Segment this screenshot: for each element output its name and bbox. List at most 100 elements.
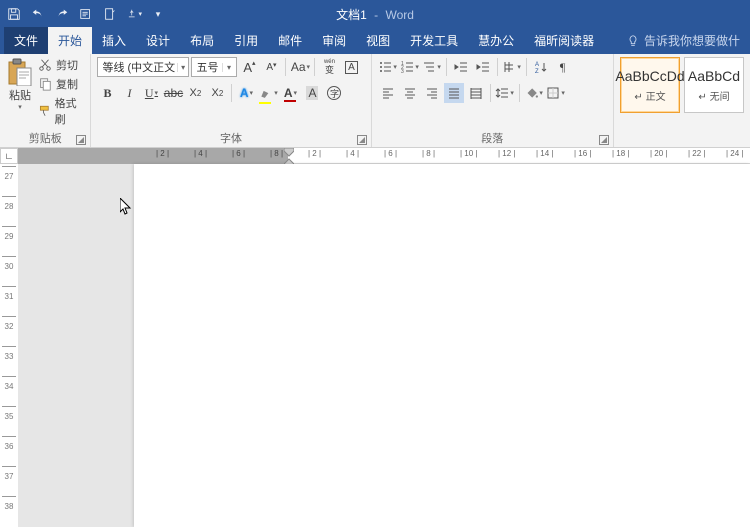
group-paragraph: ▾ 123▾ ▾ ▾ AZ ¶ xyxy=(372,54,614,147)
tab-insert[interactable]: 插入 xyxy=(92,27,136,54)
clipboard-dialog-launcher[interactable] xyxy=(76,135,86,145)
qat-icon-4[interactable] xyxy=(78,6,94,22)
line-spacing-button[interactable]: ▾ xyxy=(495,83,515,103)
grow-font-button[interactable]: A▴ xyxy=(239,57,259,77)
app-name: Word xyxy=(385,8,413,22)
ruler-tick: 27 xyxy=(0,172,18,181)
ruler-tick: | 8 | xyxy=(270,149,283,158)
ruler-tick: | 10 | xyxy=(460,149,478,158)
quick-access-toolbar: ▾ ▾ xyxy=(6,6,166,22)
window-title: 文档1 - Word xyxy=(336,6,414,23)
bold-button[interactable]: B xyxy=(97,83,117,103)
multilevel-list-button[interactable]: ▾ xyxy=(422,57,442,77)
ruler-tick: | 6 | xyxy=(384,149,397,158)
subscript-button[interactable]: X2 xyxy=(185,83,205,103)
change-case-button[interactable]: Aa▾ xyxy=(290,57,310,77)
copy-button[interactable]: 复制 xyxy=(38,76,84,92)
horizontal-ruler[interactable]: | 8 || 6 || 4 || 2 || 2 || 4 || 6 || 8 |… xyxy=(18,148,750,164)
character-border-button[interactable]: A xyxy=(341,57,361,77)
align-center-button[interactable] xyxy=(400,83,420,103)
underline-button[interactable]: U▾ xyxy=(141,83,161,103)
ruler-tick: | 16 | xyxy=(574,149,592,158)
svg-text:A: A xyxy=(535,62,539,68)
group-clipboard: 粘贴 ▾ 剪切 复制 格式刷 剪贴板 xyxy=(0,54,91,147)
sort-button[interactable]: AZ xyxy=(531,57,551,77)
highlight-button[interactable]: ▾ xyxy=(258,83,278,103)
align-right-button[interactable] xyxy=(422,83,442,103)
redo-icon[interactable] xyxy=(54,6,70,22)
italic-button[interactable]: I xyxy=(119,83,139,103)
indent-icon xyxy=(476,60,490,74)
ruler-tick: 38 xyxy=(0,502,18,511)
tab-review[interactable]: 审阅 xyxy=(312,27,356,54)
tell-me-search[interactable]: 告诉我你想要做什 xyxy=(620,32,746,54)
tab-references[interactable]: 引用 xyxy=(224,27,268,54)
increase-indent-button[interactable] xyxy=(473,57,493,77)
tab-file[interactable]: 文件 xyxy=(4,27,48,54)
tab-foxit[interactable]: 福昕阅读器 xyxy=(524,27,604,54)
bullets-button[interactable]: ▾ xyxy=(378,57,398,77)
touch-mode-icon[interactable]: ▾ xyxy=(126,6,142,22)
phonetic-guide-button[interactable]: 变wén xyxy=(319,57,339,77)
show-marks-button[interactable]: ¶ xyxy=(553,57,573,77)
borders-button[interactable]: ▾ xyxy=(546,83,566,103)
undo-icon[interactable] xyxy=(30,6,46,22)
paste-button[interactable]: 粘贴 ▾ xyxy=(6,57,34,111)
tab-mail[interactable]: 邮件 xyxy=(268,27,312,54)
paste-label: 粘贴 xyxy=(9,87,31,103)
ruler-tick: | 2 | xyxy=(308,149,321,158)
cut-button[interactable]: 剪切 xyxy=(38,57,84,73)
align-left-button[interactable] xyxy=(378,83,398,103)
format-painter-button[interactable]: 格式刷 xyxy=(38,95,84,127)
style-sample: AaBbCd xyxy=(688,68,740,84)
ruler-tick: 29 xyxy=(0,232,18,241)
strikethrough-button[interactable]: abc xyxy=(163,83,183,103)
ruler-tick: 37 xyxy=(0,472,18,481)
vertical-ruler[interactable]: ∟ 272829303132333435363738 xyxy=(0,148,18,527)
svg-text:3: 3 xyxy=(401,69,404,74)
document-page[interactable] xyxy=(134,164,750,527)
tab-huiban[interactable]: 慧办公 xyxy=(468,27,524,54)
shading-button[interactable]: ▾ xyxy=(524,83,544,103)
font-color-button[interactable]: A▾ xyxy=(280,83,300,103)
scissors-icon xyxy=(38,58,52,72)
character-shading-button[interactable]: A xyxy=(302,83,322,103)
ruler-tick: | 2 | xyxy=(156,149,169,158)
distributed-button[interactable] xyxy=(466,83,486,103)
doc-name: 文档1 xyxy=(336,8,367,22)
qat-icon-5[interactable] xyxy=(102,6,118,22)
tab-view[interactable]: 视图 xyxy=(356,27,400,54)
font-size-value: 五号 xyxy=(192,59,222,75)
save-icon[interactable] xyxy=(6,6,22,22)
tab-dev[interactable]: 开发工具 xyxy=(400,27,468,54)
font-group-label: 字体 xyxy=(97,130,364,146)
ruler-tick: | 4 | xyxy=(194,149,207,158)
enclose-characters-button[interactable]: 字 xyxy=(324,83,344,103)
text-effects-button[interactable]: A▾ xyxy=(236,83,256,103)
font-dialog-launcher[interactable] xyxy=(357,135,367,145)
ruler-tick: 32 xyxy=(0,322,18,331)
numbering-button[interactable]: 123▾ xyxy=(400,57,420,77)
tab-layout[interactable]: 布局 xyxy=(180,27,224,54)
cut-label: 剪切 xyxy=(56,57,78,73)
outdent-icon xyxy=(454,60,468,74)
font-family-combo[interactable]: 等线 (中文正文 ▾ xyxy=(97,57,189,77)
tab-design[interactable]: 设计 xyxy=(136,27,180,54)
superscript-button[interactable]: X2 xyxy=(207,83,227,103)
ruler-tick: | 22 | xyxy=(688,149,706,158)
ruler-tick: | 14 | xyxy=(536,149,554,158)
tab-selector[interactable]: ∟ xyxy=(0,148,18,164)
font-size-combo[interactable]: 五号 ▾ xyxy=(191,57,237,77)
qat-customize-icon[interactable]: ▾ xyxy=(150,6,166,22)
tab-home[interactable]: 开始 xyxy=(48,27,92,54)
paragraph-dialog-launcher[interactable] xyxy=(599,135,609,145)
bullets-icon xyxy=(378,60,392,74)
asian-layout-button[interactable]: ▾ xyxy=(502,57,522,77)
lightbulb-icon xyxy=(626,34,640,48)
style-nospacing[interactable]: AaBbCd ↵ 无间 xyxy=(684,57,744,113)
line-spacing-icon xyxy=(495,86,509,100)
shrink-font-button[interactable]: A▾ xyxy=(261,57,281,77)
decrease-indent-button[interactable] xyxy=(451,57,471,77)
justify-button[interactable] xyxy=(444,83,464,103)
style-normal[interactable]: AaBbCcDd ↵ 正文 xyxy=(620,57,680,113)
